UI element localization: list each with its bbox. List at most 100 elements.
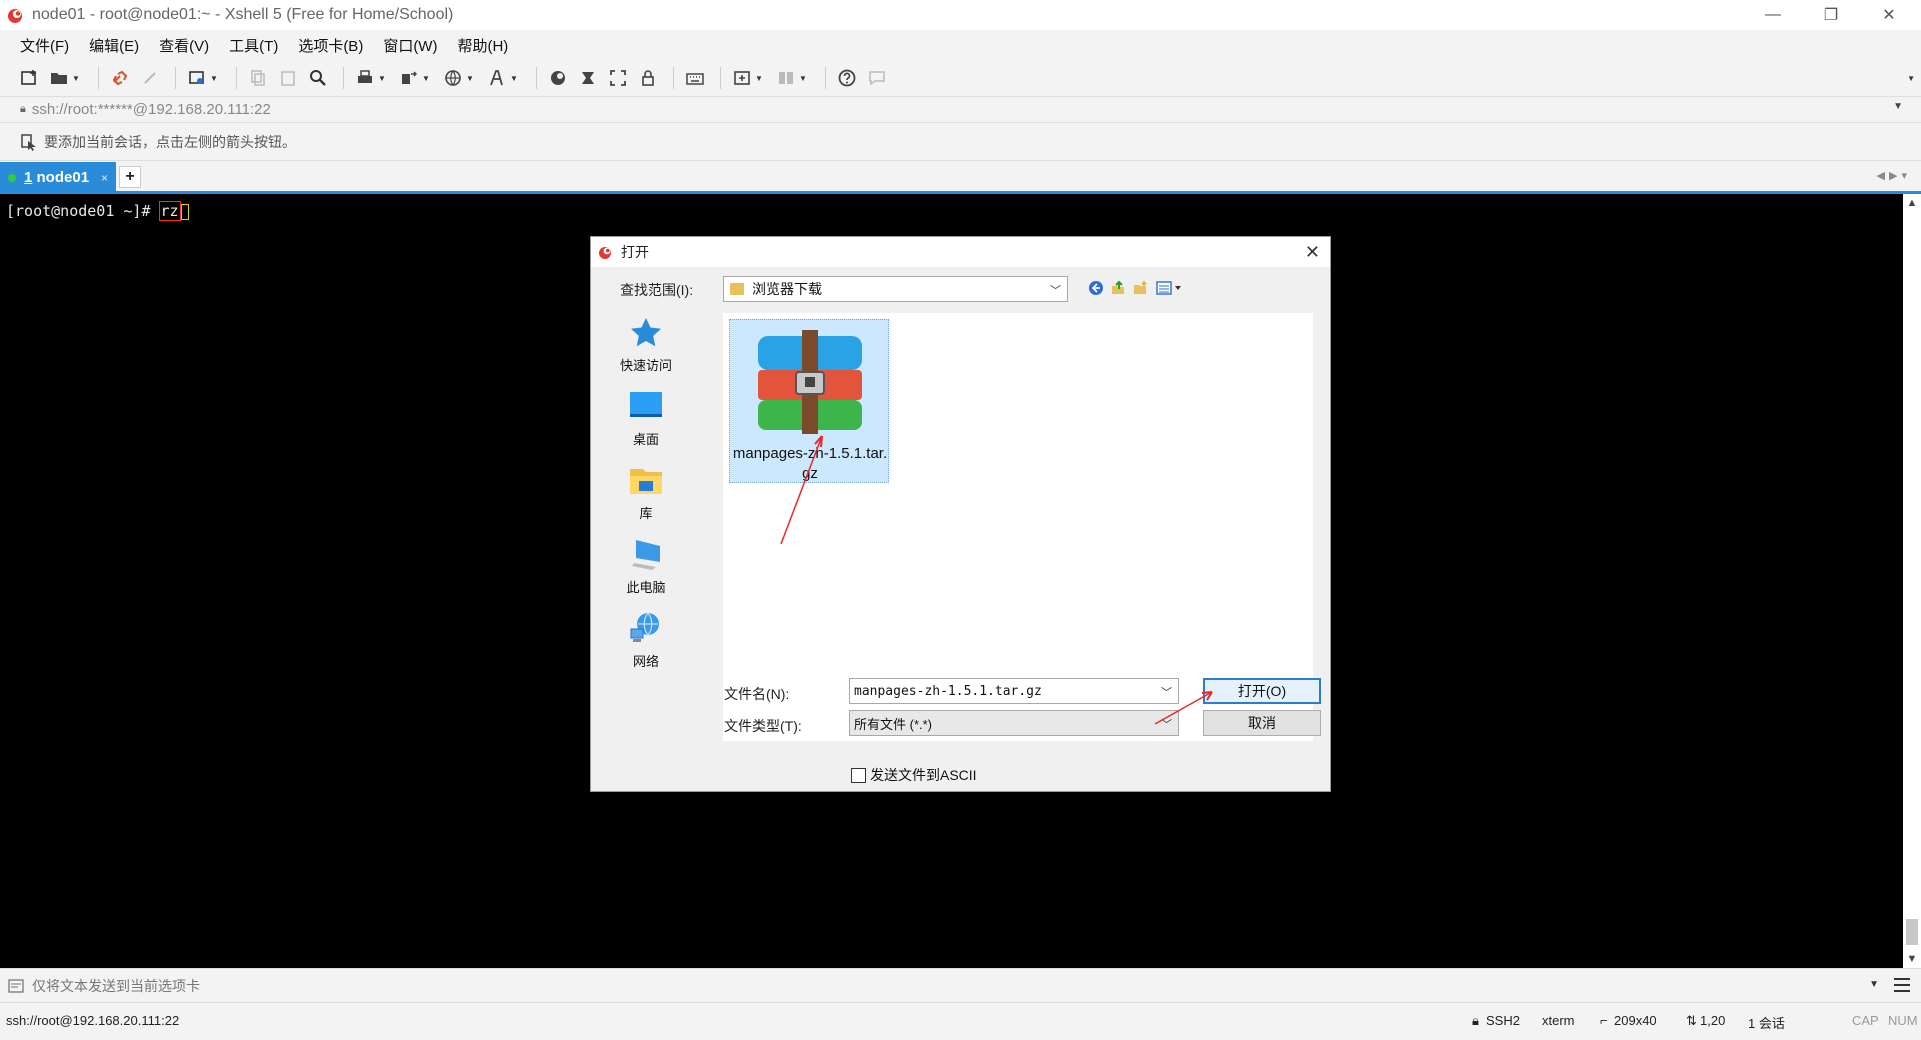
font-dropdown-icon[interactable]: ▼	[510, 74, 520, 83]
menu-tools[interactable]: 工具(T)	[227, 33, 280, 58]
xftp-button[interactable]	[545, 65, 571, 91]
file-list[interactable]: manpages-zh-1.5.1.tar.gz	[723, 313, 1313, 741]
session-tip-bar: 要添加当前会话，点击左侧的箭头按钮。	[0, 122, 1921, 160]
toolbar-separator	[236, 67, 237, 89]
place-network[interactable]: 网络	[595, 611, 697, 670]
window-title: node01 - root@node01:~ - Xshell 5 (Free …	[32, 6, 454, 23]
place-quick-access[interactable]: 快速访问	[595, 315, 697, 374]
tab-close-icon[interactable]: ×	[101, 171, 108, 185]
file-item[interactable]: manpages-zh-1.5.1.tar.gz	[729, 319, 889, 483]
menu-help[interactable]: 帮助(H)	[455, 33, 510, 58]
compose-dropdown-icon[interactable]: ▼	[1869, 979, 1879, 990]
layout-dropdown-icon[interactable]: ▼	[799, 74, 809, 83]
cancel-button[interactable]: 取消	[1203, 710, 1321, 736]
scroll-up-icon[interactable]: ▲	[1903, 194, 1921, 212]
chat-button[interactable]	[864, 65, 890, 91]
menu-tab[interactable]: 选项卡(B)	[296, 33, 365, 58]
new-folder-button[interactable]	[1131, 279, 1149, 297]
help-button[interactable]	[834, 65, 860, 91]
minimize-button[interactable]: —	[1744, 0, 1802, 30]
chevron-down-icon[interactable]: ﹀	[1161, 684, 1172, 700]
menu-view[interactable]: 查看(V)	[157, 33, 211, 58]
menu-file[interactable]: 文件(F)	[18, 33, 71, 58]
compose-bar[interactable]: 仅将文本发送到当前选项卡 ▼	[0, 968, 1921, 1002]
xshell-logo-icon	[599, 247, 611, 259]
session-tip-text: 要添加当前会话，点击左侧的箭头按钮。	[44, 133, 296, 150]
open-button[interactable]: 打开(O)	[1203, 678, 1321, 704]
filetype-select[interactable]: 所有文件 (*.*) ﹀	[849, 710, 1179, 736]
address-dropdown-icon[interactable]: ▼	[1893, 101, 1903, 112]
menu-window[interactable]: 窗口(W)	[381, 33, 439, 58]
copy-button[interactable]	[245, 65, 271, 91]
print-dropdown-icon[interactable]: ▼	[378, 74, 388, 83]
filename-input[interactable]: manpages-zh-1.5.1.tar.gz ﹀	[849, 678, 1179, 704]
close-window-button[interactable]: ✕	[1860, 0, 1918, 30]
look-in-select[interactable]: 浏览器下载 ﹀	[723, 276, 1068, 302]
xftp-icon	[551, 71, 565, 85]
dialog-close-icon[interactable]: ✕	[1305, 242, 1320, 263]
fullscreen-button[interactable]	[605, 65, 631, 91]
folder-icon	[730, 283, 744, 295]
menu-icon[interactable]	[1893, 977, 1911, 993]
find-button[interactable]	[305, 65, 331, 91]
file-name: manpages-zh-1.5.1.tar.gz	[732, 445, 888, 482]
print-button[interactable]	[352, 65, 378, 91]
disconnect-button[interactable]	[137, 65, 163, 91]
open-session-button[interactable]	[46, 65, 72, 91]
place-desktop[interactable]: 桌面	[595, 389, 697, 448]
ascii-option[interactable]: 发送文件到ASCII	[851, 765, 977, 785]
tab-scroll-icons[interactable]: ◀▶▾	[1877, 169, 1911, 182]
scroll-down-icon[interactable]: ▼	[1903, 950, 1921, 968]
new-tab-dropdown-icon[interactable]: ▼	[755, 74, 765, 83]
view-menu-button[interactable]	[1155, 279, 1185, 297]
terminal-scrollbar[interactable]: ▲ ▼	[1903, 194, 1921, 968]
layout-button[interactable]	[773, 65, 799, 91]
printer-icon	[358, 70, 372, 83]
look-in-label: 查找范围(I):	[620, 282, 694, 298]
xmanager-button[interactable]	[575, 65, 601, 91]
search-icon	[310, 70, 326, 86]
font-button[interactable]	[484, 65, 510, 91]
toolbar-separator	[175, 67, 176, 89]
address-bar[interactable]: 🔒︎ ssh://root:******@192.168.20.111:22 ▼	[0, 96, 1921, 122]
transfer-dropdown-icon[interactable]: ▼	[422, 74, 432, 83]
restore-button[interactable]: ❐	[1802, 0, 1860, 30]
encoding-dropdown-icon[interactable]: ▼	[466, 74, 476, 83]
toolbar-separator	[98, 67, 99, 89]
settings-icon	[189, 71, 204, 84]
properties-button[interactable]	[184, 65, 210, 91]
lock-small-icon: 🔒︎	[20, 103, 26, 115]
back-arrow-icon	[1089, 281, 1103, 295]
add-tab-button[interactable]: +	[119, 166, 141, 188]
paste-button[interactable]	[275, 65, 301, 91]
up-folder-button[interactable]	[1109, 279, 1127, 297]
tab-node01[interactable]: 1 node01 ×	[0, 162, 116, 193]
ascii-checkbox[interactable]	[851, 767, 866, 783]
add-session-arrow-icon[interactable]	[20, 133, 38, 151]
compose-icon	[8, 978, 24, 993]
ascii-label: 发送文件到ASCII	[870, 767, 977, 783]
new-session-icon	[21, 70, 36, 85]
new-tab-button[interactable]	[729, 65, 755, 91]
toolbar-overflow-icon[interactable]: ▼	[1907, 74, 1915, 83]
place-label: 此电脑	[626, 580, 666, 595]
filename-label: 文件名(N):	[724, 686, 790, 702]
connect-button[interactable]	[107, 65, 133, 91]
properties-dropdown-icon[interactable]: ▼	[210, 74, 220, 83]
keyboard-button[interactable]	[682, 65, 708, 91]
toolbar-separator	[673, 67, 674, 89]
star-icon	[631, 318, 661, 347]
new-session-button[interactable]	[16, 65, 42, 91]
transfer-button[interactable]	[396, 65, 422, 91]
place-library[interactable]: 库	[595, 463, 697, 522]
scrollbar-thumb[interactable]	[1906, 919, 1918, 945]
back-button[interactable]	[1087, 279, 1105, 297]
paste-icon	[281, 71, 295, 86]
lock-button[interactable]	[635, 65, 661, 91]
encoding-button[interactable]	[440, 65, 466, 91]
xmanager-icon	[582, 72, 594, 84]
computer-icon	[632, 540, 660, 570]
place-this-pc[interactable]: 此电脑	[595, 537, 697, 596]
open-dropdown-icon[interactable]: ▼	[72, 74, 82, 83]
menu-edit[interactable]: 编辑(E)	[87, 33, 141, 58]
